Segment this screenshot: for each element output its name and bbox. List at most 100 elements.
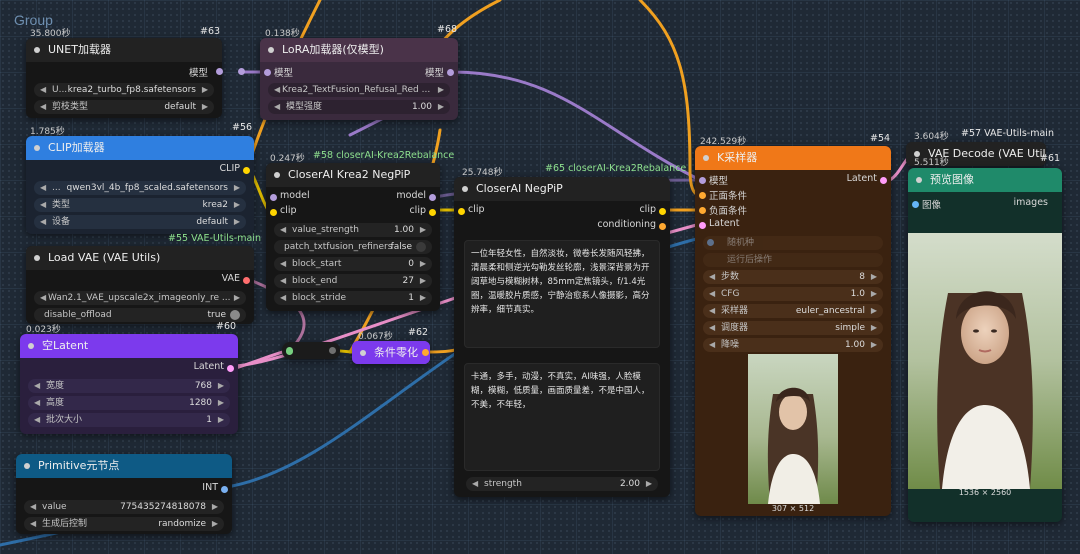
vae-name-combo[interactable]: ◀ Wan2.1_VAE_upscale2x_imageonly_re ... … [34,291,246,305]
ksampler-positive-input-port[interactable] [699,192,706,199]
ksampler-seed-input-port[interactable] [707,239,714,246]
arrow-right-icon[interactable]: ▶ [234,181,240,195]
preview-image-title[interactable]: 预览图像 [908,168,1062,192]
arrow-left-icon[interactable]: ◀ [30,517,36,531]
disable-offload-toggle[interactable]: disable_offload true [34,308,246,322]
preview-image-input-port[interactable] [912,201,919,208]
arrow-right-icon[interactable]: ▶ [420,291,426,305]
arrow-right-icon[interactable]: ▶ [202,100,208,114]
preview-image-node[interactable]: 预览图像 图像 images 1536 × 2560 [908,168,1062,522]
block-stride-number[interactable]: ◀ block_stride 1 ▶ [274,291,432,305]
reroute-green-dot[interactable] [286,348,293,355]
arrow-left-icon[interactable]: ◀ [34,396,40,410]
toggle-knob[interactable] [416,242,426,252]
arrow-right-icon[interactable]: ▶ [234,291,240,305]
clip-device-combo[interactable]: ◀ 设备 default ▶ [34,215,246,229]
lora-loader-node[interactable]: LoRA加载器(仅模型) 模型 模型 ◀ Krea2_TextFusion_Re… [260,38,458,120]
batch-size-number[interactable]: ◀ 批次大小 1 ▶ [28,413,230,427]
unet-prune-combo[interactable]: ◀ 剪枝类型 default ▶ [34,100,214,114]
arrow-left-icon[interactable]: ◀ [40,83,46,97]
value-strength-number[interactable]: ◀ value_strength 1.00 ▶ [274,223,432,237]
vae-output-port[interactable] [243,277,250,284]
arrow-right-icon[interactable]: ▶ [202,83,208,97]
arrow-right-icon[interactable]: ▶ [420,223,426,237]
closerai-krea-title[interactable]: CloserAI Krea2 NegPiP [266,163,440,187]
width-number[interactable]: ◀ 宽度 768 ▶ [28,379,230,393]
reroute-output-port[interactable] [329,347,336,354]
arrow-right-icon[interactable]: ▶ [871,287,877,301]
arrow-left-icon[interactable]: ◀ [280,223,286,237]
arrow-right-icon[interactable]: ▶ [871,321,877,335]
negpip-conditioning-output-port[interactable] [659,223,666,230]
krea-model-input-port[interactable] [270,194,277,201]
arrow-right-icon[interactable]: ▶ [646,477,652,491]
arrow-right-icon[interactable]: ▶ [438,83,444,97]
negpip-strength-number[interactable]: ◀ strength 2.00 ▶ [466,477,658,491]
arrow-right-icon[interactable]: ▶ [218,396,224,410]
cfg-number[interactable]: ◀ CFG 1.0 ▶ [703,287,883,301]
arrow-left-icon[interactable]: ◀ [709,270,715,284]
negpip-clip-output-port[interactable] [659,208,666,215]
lora-model-output-port[interactable] [447,69,454,76]
primitive-node[interactable]: Primitive元节点 INT ◀ value 775435274818078… [16,454,232,534]
arrow-right-icon[interactable]: ▶ [234,215,240,229]
arrow-left-icon[interactable]: ◀ [34,379,40,393]
arrow-left-icon[interactable]: ◀ [709,304,715,318]
clip-loader-title[interactable]: CLIP加载器 [26,136,254,160]
arrow-right-icon[interactable]: ▶ [438,100,444,114]
clip-loader-node[interactable]: CLIP加载器 CLIP ◀ ... qwen3vl_4b_fp8_scaled… [26,136,254,234]
patch-txtfusion-toggle[interactable]: patch_txtfusion_refiners false [274,240,432,254]
block-end-number[interactable]: ◀ block_end 27 ▶ [274,274,432,288]
arrow-right-icon[interactable]: ▶ [218,379,224,393]
primitive-int-output-port[interactable] [221,486,228,493]
lora-strength-number[interactable]: ◀ 模型强度 1.00 ▶ [268,100,450,114]
ksampler-latent-output-port[interactable] [880,177,887,184]
clip-name-combo[interactable]: ◀ ... qwen3vl_4b_fp8_scaled.safetensors … [34,181,246,195]
steps-number[interactable]: ◀ 步数 8 ▶ [703,270,883,284]
negpip-clip-input-port[interactable] [458,208,465,215]
arrow-right-icon[interactable]: ▶ [218,413,224,427]
primitive-value-number[interactable]: ◀ value 775435274818078 ▶ [24,500,224,514]
closerai-negpip-title[interactable]: CloserAI NegPiP [454,177,670,201]
arrow-right-icon[interactable]: ▶ [420,274,426,288]
empty-latent-node[interactable]: 空Latent Latent ◀ 宽度 768 ▶ ◀ 高度 1280 ▶ ◀ … [20,334,238,434]
toggle-knob[interactable] [230,310,240,320]
unet-loader-title[interactable]: UNET加载器 [26,38,222,62]
arrow-left-icon[interactable]: ◀ [40,181,46,195]
krea-model-output-port[interactable] [429,194,436,201]
arrow-left-icon[interactable]: ◀ [30,500,36,514]
ksampler-title[interactable]: K采样器 [695,146,891,170]
arrow-right-icon[interactable]: ▶ [420,257,426,271]
arrow-right-icon[interactable]: ▶ [871,338,877,352]
unet-loader-node[interactable]: UNET加载器 模型 ◀ U... krea2_turbo_fp8.safete… [26,38,222,118]
arrow-left-icon[interactable]: ◀ [40,198,46,212]
ksampler-negative-input-port[interactable] [699,207,706,214]
clip-type-combo[interactable]: ◀ 类型 krea2 ▶ [34,198,246,212]
arrow-right-icon[interactable]: ▶ [871,304,877,318]
arrow-left-icon[interactable]: ◀ [280,274,286,288]
scheduler-combo[interactable]: ◀ 调度器 simple ▶ [703,321,883,335]
load-vae-title[interactable]: Load VAE (VAE Utils) [26,246,254,270]
load-vae-node[interactable]: Load VAE (VAE Utils) VAE ◀ Wan2.1_VAE_up… [26,246,254,324]
negative-prompt-textarea[interactable]: 卡通，多手，动漫，不真实，AI味强，人脸模糊，模糊，低质量，画面质量差，不是中国… [464,363,660,471]
ksampler-latent-input-port[interactable] [699,222,706,229]
ksampler-model-input-port[interactable] [699,177,706,184]
primitive-title[interactable]: Primitive元节点 [16,454,232,478]
unet-model-output-port[interactable] [216,68,223,75]
arrow-left-icon[interactable]: ◀ [40,291,46,305]
arrow-left-icon[interactable]: ◀ [472,477,478,491]
lora-model-input-port[interactable] [264,69,271,76]
denoise-number[interactable]: ◀ 降噪 1.00 ▶ [703,338,883,352]
closerai-negpip-node[interactable]: CloserAI NegPiP clip clip conditioning 一… [454,177,670,497]
preview-output-image[interactable] [908,233,1062,489]
arrow-left-icon[interactable]: ◀ [280,291,286,305]
clip-output-port[interactable] [243,167,250,174]
latent-output-port[interactable] [227,365,234,372]
ksampler-node[interactable]: K采样器 模型 Latent 正面条件 负面条件 Latent 随机种 运行后操… [695,146,891,516]
arrow-right-icon[interactable]: ▶ [212,500,218,514]
conditioning-zero-node[interactable]: 条件零化 [352,341,430,364]
arrow-left-icon[interactable]: ◀ [709,321,715,335]
krea-clip-output-port[interactable] [429,209,436,216]
arrow-left-icon[interactable]: ◀ [34,413,40,427]
ksampler-preview-image[interactable] [748,354,838,504]
